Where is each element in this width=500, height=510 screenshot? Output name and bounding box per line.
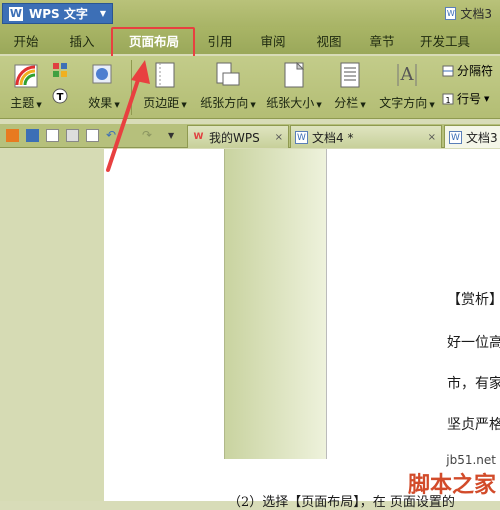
page-size-button[interactable]: 纸张大小 ▼: [262, 56, 326, 119]
document-tab-bar: ↶ ↷ ▼ W 我的WPS × W 文档4 * × W 文档3: [0, 124, 500, 148]
tab-review[interactable]: 审阅: [244, 27, 302, 54]
wps-icon: W: [193, 131, 204, 142]
page-right[interactable]: 【赏析】 好一位高 市，有家 坚贞严格: [326, 149, 500, 479]
print-preview-icon[interactable]: [86, 129, 99, 142]
watermark: jb51.net 脚本之家: [407, 453, 496, 498]
ribbon-separator: [131, 60, 132, 115]
title-bar: W WPS 文字 ▼ W 文档3: [0, 0, 500, 27]
doc-line: 坚贞严格: [447, 417, 500, 433]
line-number-icon: 1: [442, 93, 454, 105]
chevron-down-icon: ▼: [99, 9, 106, 18]
app-name: WPS 文字: [29, 7, 88, 21]
wps-logo-icon: W: [9, 6, 23, 21]
document-title-text: 文档3: [460, 7, 492, 21]
document-icon: W: [445, 7, 457, 20]
document-workspace: 【赏析】 好一位高 市，有家 坚贞严格 （2）选择【页面布局】，在 页面设置的 …: [0, 149, 500, 510]
line-number-button[interactable]: 1 行号 ▼: [442, 90, 489, 107]
color-icon[interactable]: [52, 62, 68, 78]
tab-my-wps[interactable]: W 我的WPS ×: [187, 125, 289, 148]
svg-text:T: T: [57, 92, 64, 103]
menu-bar: 开始 插入 页面布局 引用 审阅 视图 章节 开发工具: [0, 27, 500, 54]
doc-line: 【赏析】: [447, 292, 500, 308]
tab-document4[interactable]: W 文档4 * ×: [290, 125, 442, 148]
document-title: W 文档3: [445, 5, 492, 22]
tab-chapter[interactable]: 章节: [356, 27, 408, 54]
quick-access-dropdown-icon[interactable]: ▼: [168, 132, 180, 140]
tab-insert[interactable]: 插入: [52, 27, 112, 54]
undo-icon[interactable]: ↶: [106, 129, 120, 141]
doc-line: 好一位高: [447, 335, 500, 351]
separator-button[interactable]: 分隔符: [442, 62, 493, 79]
ribbon: 主题 ▼ T 效果 ▼ 页边距 ▼ 纸张方向 ▼ 纸张大小 ▼ 分栏 ▼ A 文…: [0, 56, 500, 119]
tab-document3[interactable]: W 文档3: [444, 125, 500, 148]
margins-button[interactable]: 页边距 ▼: [138, 56, 192, 119]
close-icon[interactable]: ×: [275, 132, 283, 143]
app-menu-button[interactable]: W WPS 文字 ▼: [2, 3, 113, 24]
effect-button[interactable]: 效果 ▼: [82, 56, 126, 119]
close-icon[interactable]: ×: [428, 132, 436, 143]
text-direction-button[interactable]: 文字方向 ▼: [374, 56, 440, 119]
tab-references[interactable]: 引用: [196, 27, 244, 54]
tab-view[interactable]: 视图: [302, 27, 356, 54]
page-gutter: [224, 149, 326, 459]
save-icon[interactable]: [26, 129, 39, 142]
document-icon: W: [449, 130, 462, 144]
columns-button[interactable]: 分栏 ▼: [328, 56, 372, 119]
document-icon: W: [295, 130, 308, 144]
separator-icon: [442, 65, 454, 76]
doc-line: 市，有家: [447, 376, 500, 392]
redo-icon[interactable]: ↷: [142, 129, 156, 141]
print-icon[interactable]: [66, 129, 79, 142]
tab-page-layout[interactable]: 页面布局: [112, 27, 196, 54]
tab-developer[interactable]: 开发工具: [408, 27, 482, 54]
orientation-button[interactable]: 纸张方向 ▼: [196, 56, 260, 119]
page-left[interactable]: [104, 149, 224, 479]
pdf-icon[interactable]: [46, 129, 59, 142]
theme-button[interactable]: 主题 ▼: [6, 56, 46, 119]
svg-text:1: 1: [445, 96, 450, 105]
tab-home[interactable]: 开始: [0, 27, 52, 54]
new-icon[interactable]: [6, 129, 19, 142]
font-icon[interactable]: T: [52, 88, 68, 104]
